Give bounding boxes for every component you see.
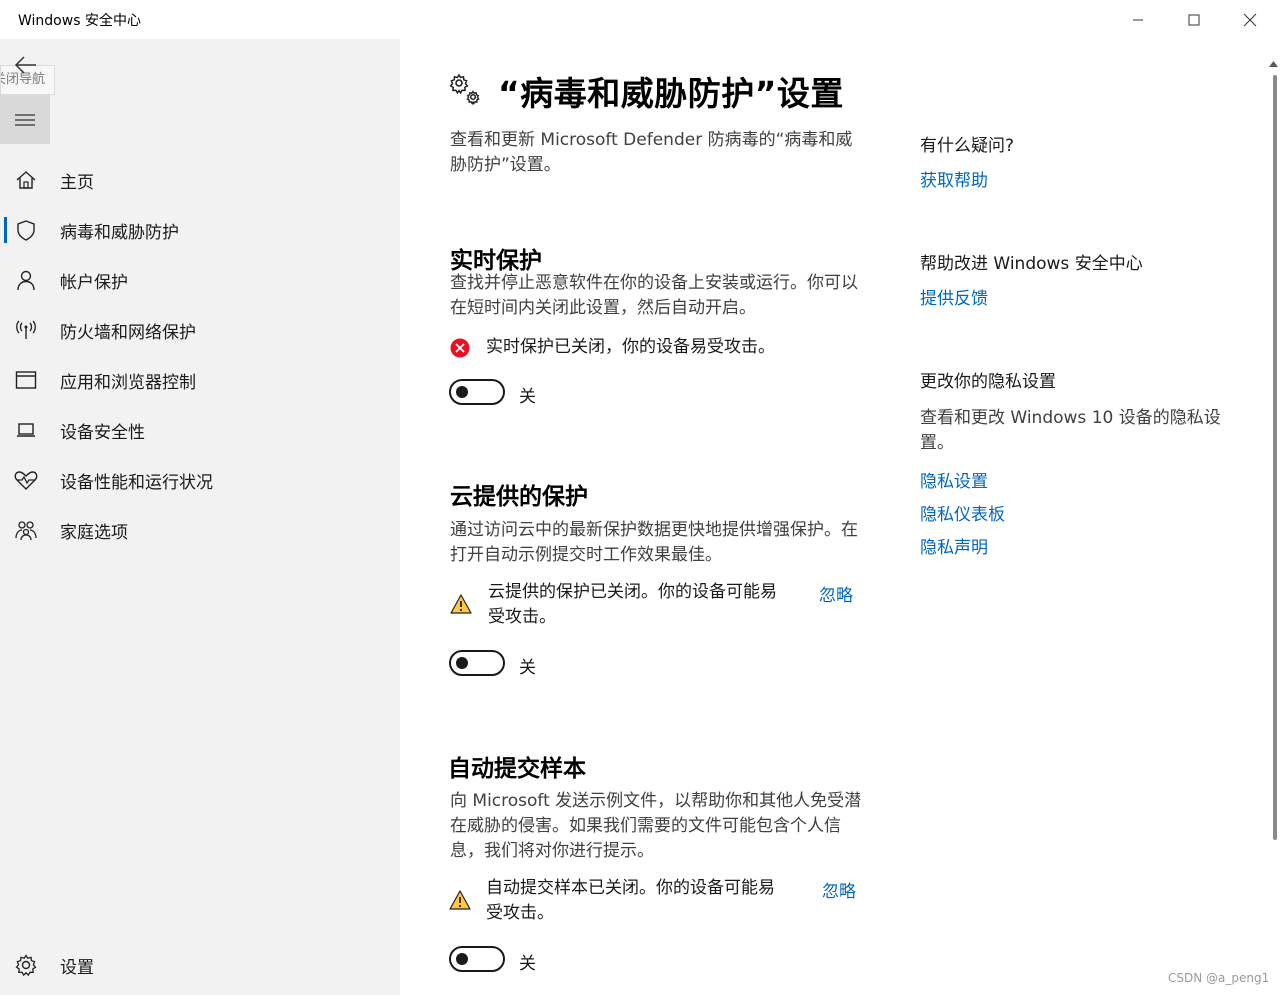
toggle-knob xyxy=(456,657,468,669)
sidebar-item-label: 病毒和威胁防护 xyxy=(60,222,179,243)
sidebar-item-account-protection[interactable]: 帐户保护 xyxy=(0,255,400,305)
privacy-heading: 更改你的隐私设置 xyxy=(920,372,1056,392)
sidebar-item-app-browser-control[interactable]: 应用和浏览器控制 xyxy=(0,355,400,405)
section-title-realtime: 实时保护 xyxy=(450,248,542,274)
dismiss-link-sample-submission[interactable]: 忽略 xyxy=(822,877,856,902)
sidebar-item-label: 应用和浏览器控制 xyxy=(60,372,196,393)
status-cloud: 云提供的保护已关闭。你的设备可能易受攻击。 xyxy=(450,580,780,630)
home-icon xyxy=(14,168,38,192)
menu-toggle-button[interactable] xyxy=(0,95,50,144)
sidebar-item-settings[interactable]: 设置 xyxy=(0,940,400,990)
toggle-state-label: 关 xyxy=(519,387,536,407)
scroll-up-arrow-icon xyxy=(1269,61,1278,67)
wifi-icon xyxy=(14,318,38,342)
close-button[interactable] xyxy=(1222,0,1278,39)
privacy-description: 查看和更改 Windows 10 设备的隐私设置。 xyxy=(920,408,1221,453)
dismiss-link-cloud[interactable]: 忽略 xyxy=(819,581,853,606)
status-realtime: 实时保护已关闭，你的设备易受攻击。 xyxy=(450,335,820,362)
sidebar-item-label: 家庭选项 xyxy=(60,522,128,543)
heart-pulse-icon xyxy=(14,468,38,492)
status-sample-submission: 自动提交样本已关闭。你的设备可能易受攻击。 xyxy=(449,876,779,926)
sidebar-item-label: 设备性能和运行状况 xyxy=(60,472,213,493)
sidebar-item-label: 帐户保护 xyxy=(60,272,128,293)
person-icon xyxy=(14,268,38,292)
page-description: 查看和更新 Microsoft Defender 防病毒的“病毒和威胁防护”设置… xyxy=(450,130,853,175)
back-button[interactable] xyxy=(10,51,42,79)
toggle-knob xyxy=(456,386,468,398)
sidebar-item-device-security[interactable]: 设备安全性 xyxy=(0,405,400,455)
title-bar: Windows 安全中心 xyxy=(0,0,1281,39)
privacy-settings-link[interactable]: 隐私设置 xyxy=(920,467,988,492)
sidebar-item-virus-threat-protection[interactable]: 病毒和威胁防护 xyxy=(0,205,400,255)
minimize-button[interactable] xyxy=(1110,0,1166,39)
close-icon xyxy=(1243,13,1257,26)
cloud-protection-toggle[interactable] xyxy=(449,650,505,676)
section-description-realtime: 查找并停止恶意软件在你的设备上安装或运行。你可以在短时间内关闭此设置，然后自动开… xyxy=(450,273,858,318)
navigation-pane: 关闭导航 主页 病毒和威胁防护 帐户保护 xyxy=(0,39,400,995)
sample-submission-toggle[interactable] xyxy=(449,946,505,972)
page-title: “病毒和威胁防护”设置 xyxy=(498,74,844,113)
give-feedback-link[interactable]: 提供反馈 xyxy=(920,284,988,309)
warning-icon xyxy=(449,890,471,914)
status-text: 自动提交样本已关闭。你的设备可能易受攻击。 xyxy=(486,878,775,923)
laptop-icon xyxy=(14,418,38,442)
sidebar-item-family-options[interactable]: 家庭选项 xyxy=(0,505,400,555)
sidebar-item-firewall[interactable]: 防火墙和网络保护 xyxy=(0,305,400,355)
section-title-sample-submission: 自动提交样本 xyxy=(448,756,586,782)
browser-window-icon xyxy=(14,368,38,392)
maximize-button[interactable] xyxy=(1166,0,1222,39)
toggle-state-label: 关 xyxy=(519,658,536,678)
gear-icon xyxy=(14,953,38,977)
shield-icon xyxy=(14,218,38,242)
sidebar-item-label: 主页 xyxy=(60,172,94,193)
sidebar-item-label: 防火墙和网络保护 xyxy=(60,322,196,343)
status-text: 实时保护已关闭，你的设备易受攻击。 xyxy=(486,337,775,357)
main-content: “病毒和威胁防护”设置 查看和更新 Microsoft Defender 防病毒… xyxy=(400,39,1266,995)
vertical-scrollbar[interactable] xyxy=(1266,39,1281,995)
status-text: 云提供的保护已关闭。你的设备可能易受攻击。 xyxy=(488,582,777,627)
maximize-icon xyxy=(1188,14,1200,25)
get-help-link[interactable]: 获取帮助 xyxy=(920,166,988,191)
hamburger-icon xyxy=(15,113,35,126)
warning-icon xyxy=(450,594,472,618)
back-arrow-icon xyxy=(14,56,36,74)
improve-heading: 帮助改进 Windows 安全中心 xyxy=(920,254,1143,274)
active-indicator xyxy=(4,217,7,243)
sidebar-item-label: 设置 xyxy=(60,957,94,978)
family-icon xyxy=(14,518,38,542)
toggle-knob xyxy=(456,953,468,965)
sidebar-item-label: 设备安全性 xyxy=(60,422,145,443)
privacy-dashboard-link[interactable]: 隐私仪表板 xyxy=(920,500,1005,525)
minimize-icon xyxy=(1133,19,1143,20)
section-description-sample-submission: 向 Microsoft 发送示例文件，以帮助你和其他人免受潜在威胁的侵害。如果我… xyxy=(450,791,862,861)
sidebar-item-home[interactable]: 主页 xyxy=(0,155,400,205)
watermark: CSDN @a_peng1 xyxy=(1168,971,1270,985)
window-title: Windows 安全中心 xyxy=(18,13,141,29)
sidebar-item-device-performance[interactable]: 设备性能和运行状况 xyxy=(0,455,400,505)
privacy-statement-link[interactable]: 隐私声明 xyxy=(920,533,988,558)
help-heading: 有什么疑问? xyxy=(920,136,1015,156)
settings-gears-icon xyxy=(448,72,482,110)
toggle-state-label: 关 xyxy=(519,954,536,974)
section-title-cloud: 云提供的保护 xyxy=(450,484,588,510)
error-icon xyxy=(450,338,470,362)
realtime-protection-toggle[interactable] xyxy=(449,379,505,405)
scrollbar-thumb[interactable] xyxy=(1273,75,1277,840)
section-description-cloud: 通过访问云中的最新保护数据更快地提供增强保护。在打开自动示例提交时工作效果最佳。 xyxy=(450,520,858,565)
page-header: “病毒和威胁防护”设置 xyxy=(448,67,844,115)
